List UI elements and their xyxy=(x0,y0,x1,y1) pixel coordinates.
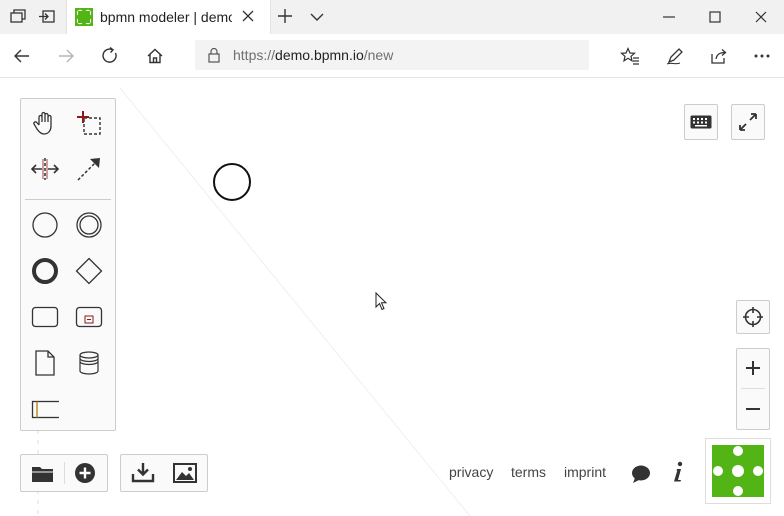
browser-tab-bar: bpmn modeler | demo.bpmn.io xyxy=(0,0,784,34)
download-icon xyxy=(131,463,155,483)
fullscreen-button[interactable] xyxy=(731,104,765,140)
lasso-tool[interactable] xyxy=(69,103,109,143)
end-event-icon xyxy=(32,258,58,284)
minimize-icon[interactable] xyxy=(660,8,678,26)
bpmn-io-logo[interactable] xyxy=(705,438,771,504)
tab-close-icon[interactable] xyxy=(241,9,255,28)
minus-icon xyxy=(746,408,760,410)
url-path: /new xyxy=(363,47,394,63)
intermediate-event-icon xyxy=(76,212,102,238)
browser-nav-bar: https://demo.bpmn.io/new xyxy=(0,34,784,78)
forward-icon[interactable] xyxy=(56,46,76,66)
create-start-event[interactable] xyxy=(25,205,65,245)
url-text[interactable]: https://demo.bpmn.io/new xyxy=(233,47,393,63)
bpmn-favicon-icon xyxy=(75,8,93,31)
zoom-out-button[interactable] xyxy=(737,389,769,429)
image-icon xyxy=(173,463,197,483)
new-diagram-button[interactable] xyxy=(65,455,107,491)
export-controls xyxy=(120,454,208,492)
start-event-icon xyxy=(32,212,58,238)
global-connect-tool[interactable] xyxy=(69,149,109,189)
set-aside-tabs-icon[interactable] xyxy=(38,8,56,26)
open-diagram-button[interactable] xyxy=(21,455,63,491)
address-bar[interactable]: https://demo.bpmn.io/new xyxy=(195,40,589,70)
lasso-icon xyxy=(77,111,101,135)
canvas-background xyxy=(37,87,471,516)
info-icon[interactable] xyxy=(670,461,686,488)
plus-icon xyxy=(746,361,760,375)
crosshair-icon xyxy=(743,307,763,327)
create-data-object[interactable] xyxy=(25,343,65,383)
create-data-store[interactable] xyxy=(69,343,109,383)
palette-separator xyxy=(25,199,111,200)
hand-icon xyxy=(33,111,52,135)
folder-icon xyxy=(32,467,53,482)
tab-title: bpmn modeler | demo.bpmn.io xyxy=(100,9,232,25)
url-host: demo.bpmn.io xyxy=(275,47,364,63)
imprint-link[interactable]: imprint xyxy=(564,464,606,480)
participant-pool-icon xyxy=(31,400,59,419)
share-icon[interactable] xyxy=(709,46,729,66)
create-task[interactable] xyxy=(25,297,65,337)
connect-arrow-icon xyxy=(77,158,100,181)
bpmn-logo-icon xyxy=(712,445,764,497)
subprocess-icon xyxy=(75,306,103,328)
favorites-icon[interactable] xyxy=(619,46,640,66)
privacy-link[interactable]: privacy xyxy=(449,464,493,480)
gateway-icon xyxy=(75,257,103,285)
create-subprocess[interactable] xyxy=(69,297,109,337)
refresh-icon[interactable] xyxy=(100,46,120,66)
reset-view-button[interactable] xyxy=(736,300,770,334)
keyboard-icon xyxy=(690,115,712,129)
url-scheme: https:// xyxy=(233,47,276,63)
tab-sets-icon[interactable] xyxy=(9,8,27,26)
space-icon xyxy=(31,158,59,180)
create-end-event[interactable] xyxy=(25,251,65,291)
tool-palette xyxy=(20,98,116,431)
hand-tool[interactable] xyxy=(25,103,65,143)
keyboard-shortcuts-button[interactable] xyxy=(684,104,718,140)
add-circle-icon xyxy=(75,463,95,483)
task-icon xyxy=(31,306,59,328)
zoom-controls xyxy=(736,348,770,430)
zoom-in-button[interactable] xyxy=(737,349,769,387)
file-controls xyxy=(20,454,108,492)
mouse-cursor-icon xyxy=(375,292,388,311)
data-object-icon xyxy=(35,350,55,376)
new-tab-icon[interactable] xyxy=(276,7,294,30)
space-tool[interactable] xyxy=(25,149,65,189)
export-image-button[interactable] xyxy=(165,455,207,491)
terms-link[interactable]: terms xyxy=(511,464,546,480)
expand-icon xyxy=(739,113,757,131)
lock-icon[interactable] xyxy=(207,47,221,68)
download-diagram-button[interactable] xyxy=(121,455,163,491)
chat-icon[interactable] xyxy=(630,464,652,489)
create-gateway[interactable] xyxy=(69,251,109,291)
close-window-icon[interactable] xyxy=(752,8,770,26)
create-intermediate-event[interactable] xyxy=(69,205,109,245)
start-event-shape[interactable] xyxy=(212,162,252,202)
back-icon[interactable] xyxy=(12,46,32,66)
active-tab[interactable]: bpmn modeler | demo.bpmn.io xyxy=(66,0,271,34)
home-icon[interactable] xyxy=(145,46,165,66)
maximize-icon[interactable] xyxy=(706,8,724,26)
data-store-icon xyxy=(79,351,99,375)
more-icon[interactable] xyxy=(752,46,772,66)
notes-icon[interactable] xyxy=(665,46,685,66)
create-participant[interactable] xyxy=(25,389,65,429)
bpmn-canvas[interactable]: privacy terms imprint xyxy=(0,78,784,516)
tab-overflow-icon[interactable] xyxy=(308,8,326,31)
